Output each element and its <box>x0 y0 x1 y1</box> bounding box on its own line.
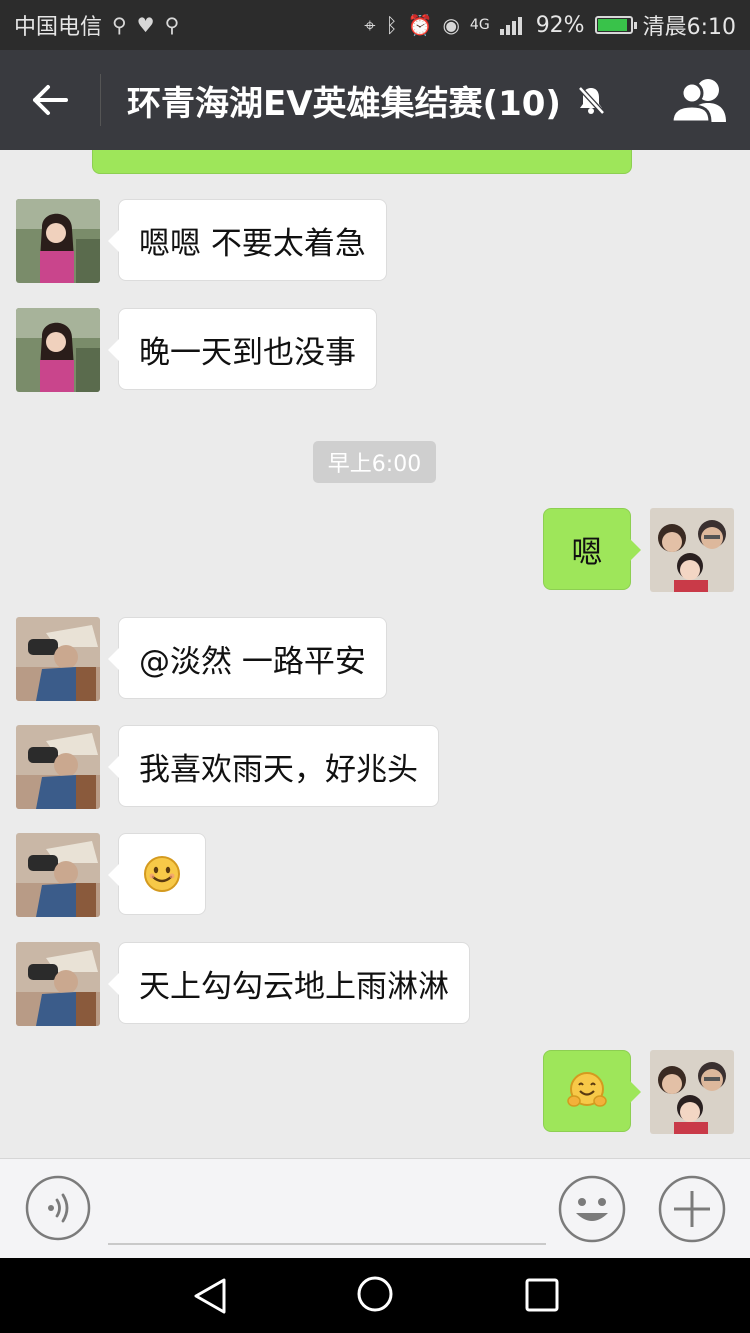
smile-emoji-icon <box>144 856 180 892</box>
bluetooth-icon: ᛒ <box>385 13 398 37</box>
partial-message-bubble[interactable] <box>92 150 632 174</box>
family-photo-avatar-icon <box>650 508 734 592</box>
message-bubble[interactable]: @淡然 一路平安 <box>108 617 387 699</box>
avatar[interactable] <box>16 308 100 392</box>
binocular-photo-avatar-icon <box>16 617 100 701</box>
message-bubble[interactable]: 晚一天到也没事 <box>108 308 377 390</box>
nav-home-button[interactable] <box>355 1274 395 1314</box>
title-divider <box>100 74 101 126</box>
nav-back-button[interactable] <box>190 1276 230 1316</box>
smiley-face-icon <box>558 1175 626 1243</box>
group-members-icon <box>670 79 726 124</box>
battery-icon <box>594 16 637 34</box>
alarm-icon: ⏰ <box>407 13 433 37</box>
message-text: @淡然 一路平安 <box>139 643 366 680</box>
message-bubble[interactable]: 嗯 <box>543 508 641 590</box>
more-button[interactable] <box>658 1175 726 1243</box>
family-photo-avatar-icon <box>650 1050 734 1134</box>
triangle-back-icon <box>194 1278 226 1314</box>
chat-area[interactable]: 嗯嗯 不要太着急 晚一天到也没事 早上6:00 嗯 @淡然 一路平安 我喜欢雨天… <box>0 150 750 1158</box>
usb-debug-icon: ⚲ <box>164 13 180 37</box>
health-icon: ♥ <box>136 13 155 37</box>
title-bar: 环青海湖EV英雄集结赛(10) <box>0 50 750 150</box>
message-text: 我喜欢雨天，好兆头 <box>139 751 418 788</box>
voice-icon <box>25 1175 91 1241</box>
arrow-left-icon <box>33 85 68 115</box>
message-text: 嗯嗯 不要太着急 <box>139 225 366 262</box>
mute-bell-icon <box>575 84 607 116</box>
avatar[interactable] <box>16 199 100 283</box>
avatar[interactable] <box>16 617 100 701</box>
message-bubble[interactable]: 天上勾勾云地上雨淋淋 <box>108 942 470 1024</box>
timestamp-label: 早上6:00 <box>313 441 436 483</box>
emoji-button[interactable] <box>558 1175 626 1243</box>
message-text: 天上勾勾云地上雨淋淋 <box>139 968 449 1005</box>
avatar[interactable] <box>16 833 100 917</box>
girl-photo-avatar-icon <box>16 308 100 392</box>
message-bubble[interactable] <box>543 1050 641 1132</box>
circle-home-icon <box>357 1276 393 1312</box>
message-bubble[interactable]: 嗯嗯 不要太着急 <box>108 199 387 281</box>
avatar[interactable] <box>16 725 100 809</box>
message-text: 晚一天到也没事 <box>139 334 356 371</box>
binocular-photo-avatar-icon <box>16 725 100 809</box>
girl-photo-avatar-icon <box>16 199 100 283</box>
location-icon: ⌖ <box>364 13 376 37</box>
square-recent-icon <box>525 1278 559 1312</box>
battery-percent: 92% <box>535 12 585 38</box>
message-input[interactable] <box>108 1177 546 1245</box>
plus-icon <box>658 1175 726 1243</box>
avatar[interactable] <box>650 508 734 592</box>
hug-emoji-icon <box>567 1072 607 1107</box>
signal-icon <box>499 17 522 35</box>
carrier-label: 中国电信 <box>14 15 103 40</box>
message-bubble[interactable] <box>108 833 206 915</box>
voice-button[interactable] <box>25 1175 91 1241</box>
network-type-label: 4G <box>469 17 490 33</box>
binocular-photo-avatar-icon <box>16 833 100 917</box>
nav-recent-button[interactable] <box>523 1276 561 1314</box>
message-bubble[interactable]: 我喜欢雨天，好兆头 <box>108 725 439 807</box>
binocular-photo-avatar-icon <box>16 942 100 1026</box>
navigation-bar <box>0 1258 750 1333</box>
message-text: 嗯 <box>571 534 603 571</box>
group-info-button[interactable] <box>670 76 730 124</box>
avatar[interactable] <box>650 1050 734 1134</box>
avatar[interactable] <box>16 942 100 1026</box>
eye-icon: ◉ <box>442 13 460 37</box>
back-button[interactable] <box>0 50 100 150</box>
input-bar <box>0 1158 750 1258</box>
status-bar: 中国电信 ⚲ ♥ ⚲ ⌖ ᛒ ⏰ ◉ 4G 92% 清晨6:10 <box>0 0 750 50</box>
clock: 清晨6:10 <box>642 15 736 40</box>
chat-title: 环青海湖EV英雄集结赛(10) <box>127 83 561 124</box>
usb-icon: ⚲ <box>112 13 127 37</box>
